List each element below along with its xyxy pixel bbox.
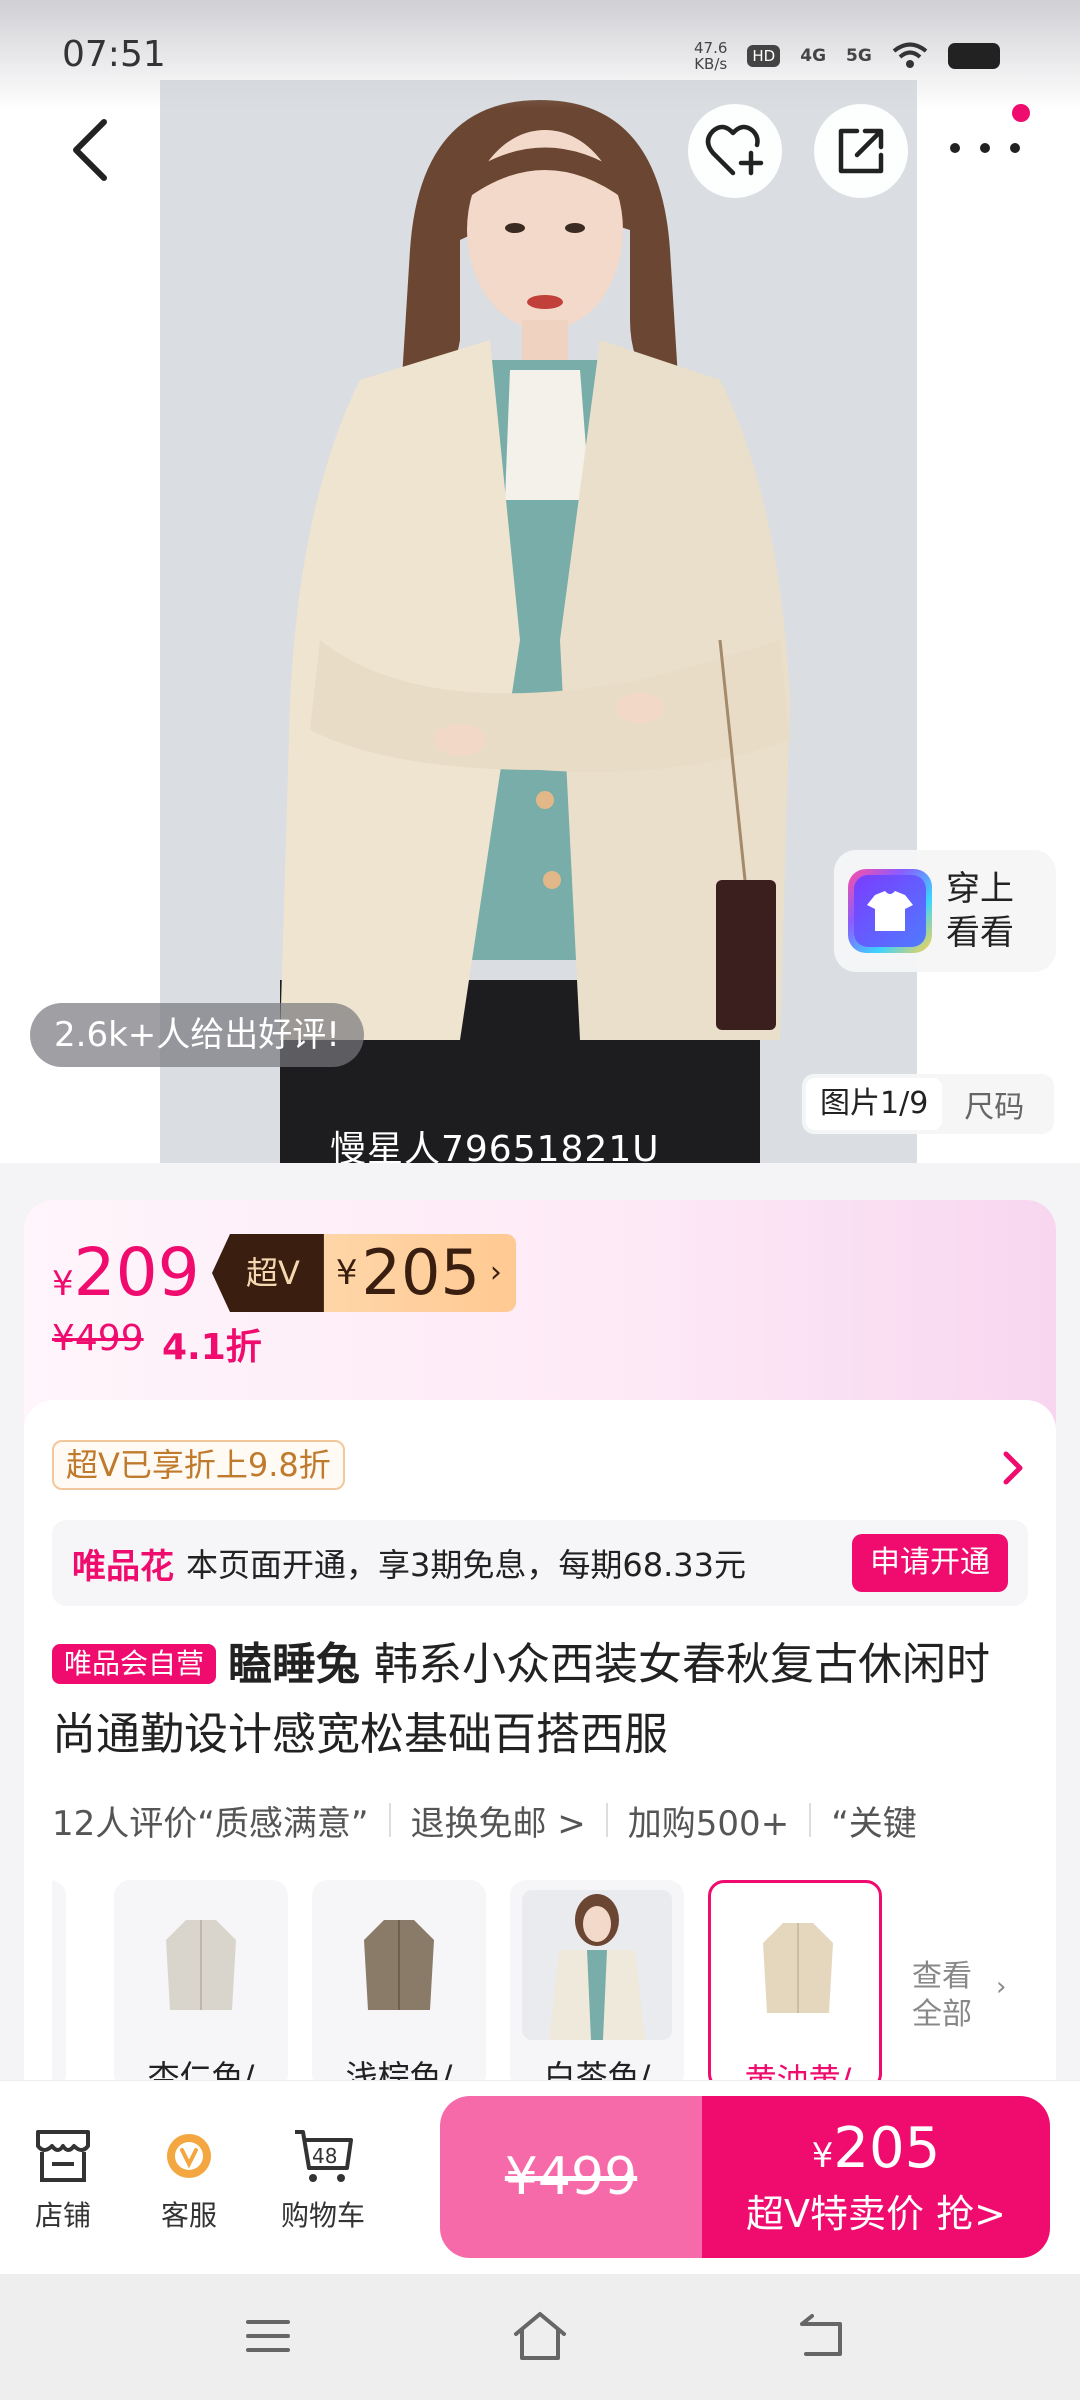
store-label: 店铺 — [34, 2199, 91, 2232]
buy-label: 超V特卖价 抢> — [746, 2192, 1006, 2236]
praise-badge: 2.6k+人给出好评! — [30, 1003, 364, 1067]
signal-5g-icon: 5G — [846, 46, 872, 66]
tab-images[interactable]: 图片1/9 — [806, 1078, 943, 1130]
tab-size[interactable]: 尺码 — [942, 1082, 1024, 1126]
buy-now-button[interactable]: ¥205 超V特卖价 抢> — [702, 2096, 1050, 2258]
image-tabs: 图片1/9 尺码 — [802, 1074, 1054, 1134]
chevron-right-icon[interactable] — [998, 1448, 1028, 1488]
swatch-label: 白茶色/ — [543, 2058, 651, 2080]
try-on-label: 穿上看看 — [946, 869, 1014, 953]
wifi-icon — [892, 42, 928, 68]
swatch-item[interactable]: 白茶色/ — [510, 1880, 684, 2080]
swatch-item[interactable]: 杏仁色/ — [114, 1880, 288, 2080]
status-icons: 47.6 KB/s HD 4G 5G — [694, 36, 1000, 76]
tag-free-return[interactable]: 退换免邮 > — [411, 1796, 586, 1845]
swatch-item[interactable]: 浅棕色/ — [312, 1880, 486, 2080]
original-price-button[interactable]: ¥499 — [440, 2096, 702, 2258]
battery-icon — [947, 43, 1000, 69]
brand-name[interactable]: 瞌睡兔 — [228, 1639, 360, 1690]
superv-price: ¥205 › — [323, 1234, 516, 1312]
cart-label: 购物车 — [280, 2199, 365, 2232]
home-icon[interactable] — [510, 2310, 570, 2362]
try-on-icon — [848, 869, 932, 953]
original-price: ¥499 — [52, 1318, 144, 1359]
cart-count: 48 — [312, 2144, 338, 2168]
service-button[interactable]: 客服 — [134, 2124, 244, 2234]
installment-banner: 唯品花 本页面开通，享3期免息，每期68.33元 申请开通 — [52, 1520, 1028, 1606]
notification-dot — [1012, 104, 1030, 122]
product-image-area: 07:51 47.6 KB/s HD 4G 5G 穿上看看 2.6k+人给出好评… — [0, 0, 1080, 1163]
product-photo[interactable] — [160, 80, 917, 1163]
back-icon[interactable] — [62, 110, 122, 190]
service-label: 客服 — [160, 2199, 217, 2232]
try-on-button[interactable]: 穿上看看 — [834, 850, 1056, 972]
discount-label: 4.1折 — [162, 1327, 262, 1368]
swatch-partial[interactable] — [52, 1880, 66, 2080]
system-nav-bar — [0, 2274, 1080, 2400]
chevron-right-icon: › — [489, 1255, 502, 1290]
chevron-right-icon: › — [996, 1972, 1007, 2002]
superv-discount-badge[interactable]: 超V已享折上9.8折 — [52, 1440, 345, 1490]
self-operated-badge: 唯品会自营 — [52, 1644, 217, 1684]
tags-row: 12人评价“质感满意” 退换免邮 > 加购500+ “关键 — [52, 1790, 1056, 1850]
favorite-button[interactable] — [688, 104, 782, 198]
superv-price-tag[interactable]: 超V ¥205 › — [212, 1234, 516, 1312]
swatch-item-selected[interactable]: 黄油黄/ — [708, 1880, 882, 2080]
tag-cart-count[interactable]: 加购500+ — [628, 1796, 789, 1845]
apply-button[interactable]: 申请开通 — [852, 1534, 1008, 1592]
customer-service-icon — [167, 2134, 211, 2178]
installment-brand: 唯品花 — [72, 1546, 174, 1587]
swatch-label: 浅棕色/ — [345, 2058, 453, 2080]
view-all-button[interactable]: 查看全部 — [912, 1958, 982, 2034]
share-icon — [838, 128, 884, 174]
signal-4g-icon: 4G — [800, 46, 827, 66]
swatch-label: 黄油黄/ — [744, 2061, 852, 2080]
tag-reviews[interactable]: 12人评价“质感满意” — [52, 1796, 369, 1845]
tag-keywords[interactable]: “关键 — [831, 1796, 917, 1845]
back-nav-icon[interactable] — [796, 2314, 848, 2362]
more-icon[interactable] — [940, 118, 1030, 178]
color-swatches: 杏仁色/ 浅棕色/ 白茶色/ 黄油黄/ 查看全部 › — [52, 1880, 1056, 2080]
status-time: 07:51 — [62, 34, 166, 75]
superv-label: 超V — [212, 1234, 324, 1312]
menu-icon[interactable] — [244, 2316, 292, 2356]
product-title: 唯品会自营 瞌睡兔 韩系小众西装女春秋复古休闲时尚通勤设计感宽松基础百搭西服 — [52, 1630, 1032, 1770]
store-button[interactable]: 店铺 — [8, 2124, 118, 2234]
store-icon — [36, 2130, 90, 2182]
network-speed: 47.6 KB/s — [694, 39, 728, 73]
hd-icon: HD — [747, 45, 781, 67]
current-price: ¥209 — [52, 1234, 200, 1311]
cart-button[interactable]: 48 购物车 — [268, 2124, 378, 2234]
installment-text: 本页面开通，享3期免息，每期68.33元 — [186, 1546, 746, 1584]
share-button[interactable] — [814, 104, 908, 198]
buy-price: ¥205 — [811, 2116, 941, 2181]
image-watermark: 慢星人79651821U — [330, 1129, 660, 1163]
heart-plus-icon — [705, 124, 764, 176]
swatch-label: 杏仁色/ — [147, 2058, 255, 2080]
